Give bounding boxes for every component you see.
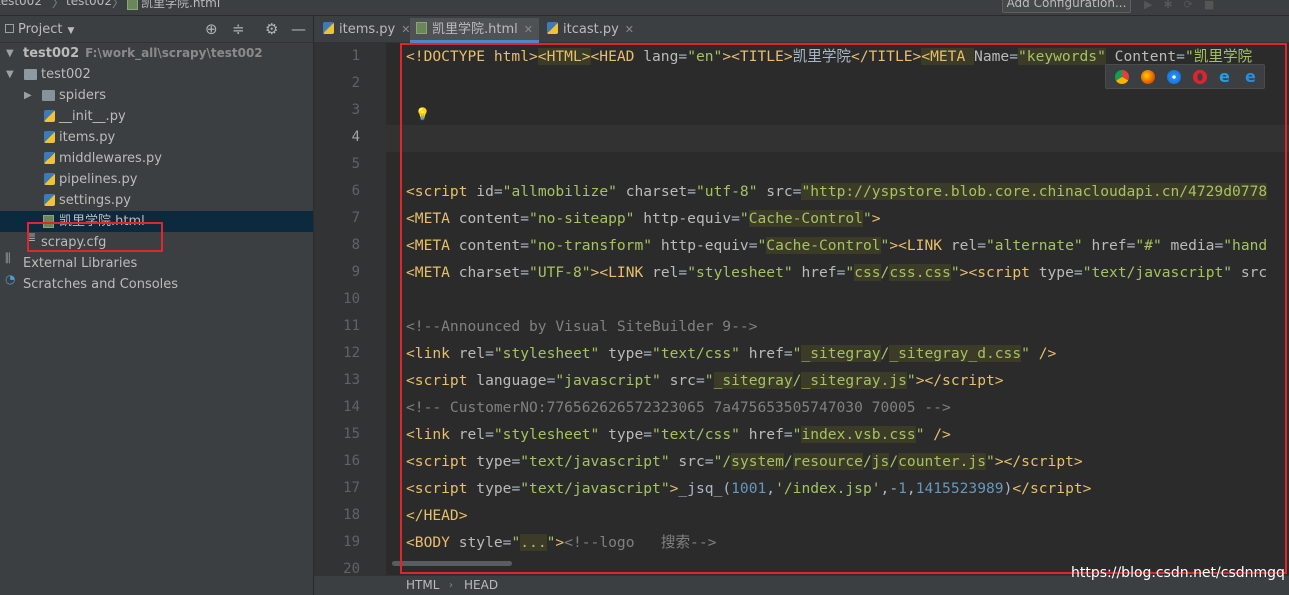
line-number: 14	[343, 399, 360, 415]
project-panel: Project ▼ ⊕ ≑ ⚙ — ▼ test002 F:\work_all\sc…	[0, 16, 313, 595]
project-panel-header: Project ▼ ⊕ ≑ ⚙ —	[0, 16, 313, 43]
tree-item-file[interactable]: middlewares.py	[0, 148, 313, 169]
folder-icon	[42, 90, 55, 101]
project-view-selector[interactable]: Project ▼	[5, 22, 74, 37]
line-number: 7	[351, 210, 360, 226]
line-number: 15	[343, 426, 360, 442]
nav-separator: 〉	[112, 0, 125, 10]
chevron-down-icon[interactable]: ▼	[6, 64, 14, 85]
nav-crumb-file[interactable]: 凯里学院.html	[141, 0, 220, 11]
line-number: 6	[351, 183, 360, 199]
tab-label: itcast.py	[563, 22, 619, 37]
line-number: 5	[351, 156, 360, 172]
nav-crumb-folder[interactable]: test002	[66, 0, 112, 8]
project-path: F:\work_all\scrapy\test002	[85, 46, 263, 60]
hide-panel-icon[interactable]: —	[291, 20, 306, 38]
python-file-icon	[44, 173, 55, 185]
gear-icon[interactable]: ⚙	[265, 20, 278, 38]
line-number: 1	[351, 48, 360, 64]
folder-icon	[24, 69, 37, 80]
tab-label: 凯里学院.html	[432, 22, 518, 37]
add-configuration-button[interactable]: Add Configuration...	[1002, 0, 1131, 13]
tree-item-label: settings.py	[59, 193, 131, 208]
python-file-icon	[44, 131, 55, 143]
editor-tab-bar: items.py ✕ 凯里学院.html ✕ itcast.py ✕	[314, 16, 1289, 43]
tab-label: items.py	[339, 22, 396, 37]
highlight-box	[27, 222, 163, 252]
python-file-icon	[44, 194, 55, 206]
chevron-right-icon[interactable]: ▶	[24, 85, 32, 106]
line-number: 11	[343, 318, 360, 334]
locate-file-icon[interactable]: ⊕	[205, 20, 218, 38]
python-file-icon	[44, 152, 55, 164]
python-file-icon	[44, 110, 55, 122]
line-number-gutter[interactable]: 1 2 3 4 5 6 7 8 9 10 11 12 13 14 15 16 1…	[314, 43, 400, 577]
tab-items-py[interactable]: items.py ✕	[323, 18, 410, 43]
line-number: 4	[351, 129, 360, 145]
tree-item-file[interactable]: settings.py	[0, 190, 313, 211]
highlight-box	[400, 43, 1287, 574]
line-number: 2	[351, 75, 360, 91]
navigation-bar: test002 〉 test002 〉 凯里学院.html Add Config…	[0, 0, 1289, 16]
tree-item-label: __init__.py	[59, 109, 126, 124]
tree-item-file[interactable]: items.py	[0, 127, 313, 148]
chevron-down-icon: ▼	[67, 26, 75, 36]
tree-item-package[interactable]: ▼ test002	[0, 64, 313, 85]
breadcrumb-head[interactable]: HEAD	[464, 576, 498, 595]
close-icon[interactable]: ✕	[524, 23, 533, 36]
tab-itcast-py[interactable]: itcast.py ✕	[547, 18, 634, 43]
project-icon	[5, 24, 14, 33]
line-number: 19	[343, 534, 360, 550]
tree-item-file[interactable]: pipelines.py	[0, 169, 313, 190]
tree-item-root[interactable]: ▼ test002 F:\work_all\scrapy\test002	[0, 43, 313, 64]
tree-item-scratches[interactable]: ◔ Scratches and Consoles	[0, 272, 313, 295]
watermark: https://blog.csdn.net/csdnmgq	[1071, 565, 1285, 581]
python-file-icon	[547, 22, 558, 34]
line-number: 10	[343, 291, 360, 307]
project-title: Project	[18, 22, 63, 37]
tab-html-file[interactable]: 凯里学院.html ✕	[410, 18, 539, 43]
line-number: 12	[343, 345, 360, 361]
html-file-icon	[416, 22, 427, 34]
nav-separator: 〉	[52, 0, 65, 10]
run-toolbar-icons[interactable]: ▶✱⟳■	[1144, 0, 1225, 11]
chevron-down-icon[interactable]: ▼	[6, 43, 14, 64]
tree-item-label: External Libraries	[23, 256, 138, 271]
tree-item-spiders[interactable]: ▶ spiders	[0, 85, 313, 106]
tree-item-file[interactable]: __init__.py	[0, 106, 313, 127]
library-icon: ⫼	[5, 251, 11, 265]
line-number: 18	[343, 507, 360, 523]
line-number: 16	[343, 453, 360, 469]
line-number: 8	[351, 237, 360, 253]
scratches-icon: ◔	[5, 272, 16, 286]
line-number: 9	[351, 264, 360, 280]
line-number: 3	[351, 102, 360, 118]
chevron-right-icon: ›	[449, 580, 453, 591]
close-icon[interactable]: ✕	[625, 23, 634, 36]
tree-item-label: spiders	[59, 88, 107, 103]
project-tree: ▼ test002 F:\work_all\scrapy\test002 ▼ te…	[0, 43, 313, 295]
tree-item-label: test002	[41, 67, 91, 82]
python-file-icon	[323, 22, 334, 34]
line-number: 17	[343, 480, 360, 496]
tree-item-external-libraries[interactable]: ⫼ External Libraries	[0, 251, 313, 274]
line-number: 13	[343, 372, 360, 388]
tree-item-label: middlewares.py	[59, 151, 162, 166]
tree-item-label: pipelines.py	[59, 172, 138, 187]
html-file-icon	[127, 0, 138, 10]
collapse-all-icon[interactable]: ≑	[232, 20, 245, 38]
nav-crumb-project[interactable]: test002	[0, 0, 42, 8]
breadcrumb-html[interactable]: HTML	[406, 576, 439, 595]
tree-item-label: test002 F:\work_all\scrapy\test002	[23, 46, 263, 61]
tree-item-label: Scratches and Consoles	[23, 277, 179, 292]
tree-item-label: items.py	[59, 130, 116, 145]
